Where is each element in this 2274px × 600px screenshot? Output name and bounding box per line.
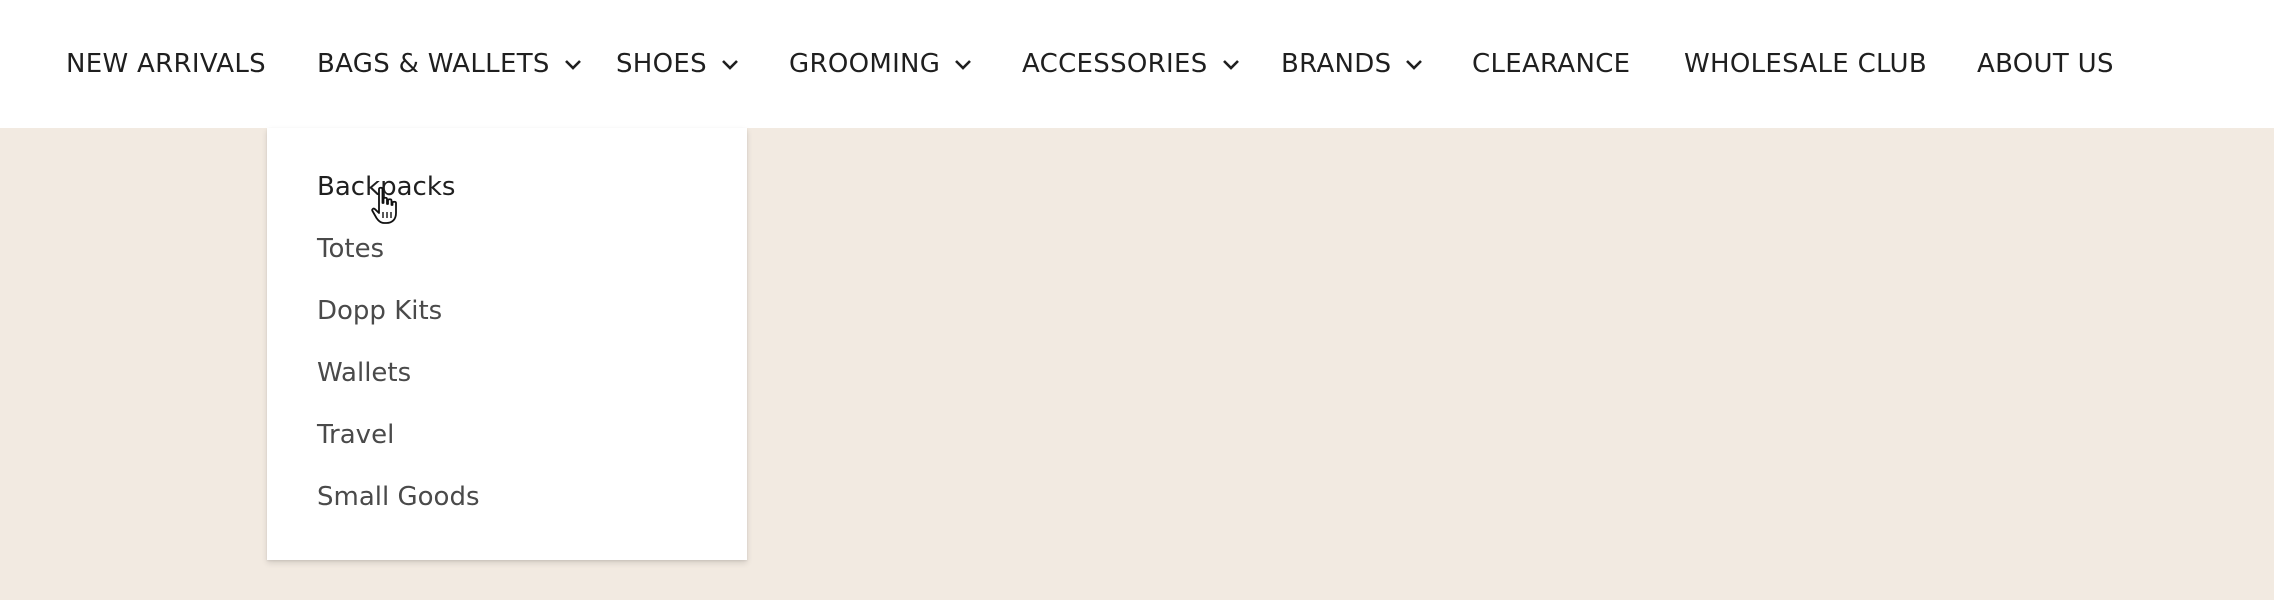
nav-label: CLEARANCE — [1472, 49, 1631, 79]
dropdown-item-dopp-kits[interactable]: Dopp Kits — [317, 296, 442, 326]
nav-label: NEW ARRIVALS — [66, 49, 266, 79]
nav-new-arrivals[interactable]: NEW ARRIVALS — [66, 0, 266, 128]
nav-label: BAGS & WALLETS — [317, 49, 550, 79]
nav-wholesale-club[interactable]: WHOLESALE CLUB — [1684, 0, 1927, 128]
nav-label: GROOMING — [789, 49, 941, 79]
nav-brands[interactable]: BRANDS — [1281, 0, 1423, 128]
chevron-down-icon — [1405, 59, 1423, 71]
nav-label: ABOUT US — [1977, 49, 2114, 79]
nav-label: WHOLESALE CLUB — [1684, 49, 1927, 79]
dropdown-item-small-goods[interactable]: Small Goods — [317, 482, 480, 512]
nav-label: BRANDS — [1281, 49, 1392, 79]
chevron-down-icon — [564, 59, 582, 71]
chevron-down-icon — [721, 59, 739, 71]
nav-shoes[interactable]: SHOES — [616, 0, 739, 128]
dropdown-item-travel[interactable]: Travel — [317, 420, 394, 450]
dropdown-item-wallets[interactable]: Wallets — [317, 358, 411, 388]
dropdown-item-totes[interactable]: Totes — [317, 234, 384, 264]
nav-about-us[interactable]: ABOUT US — [1977, 0, 2114, 128]
chevron-down-icon — [1222, 59, 1240, 71]
hand-pointer-cursor-icon — [370, 186, 404, 226]
nav-label: ACCESSORIES — [1022, 49, 1208, 79]
nav-label: SHOES — [616, 49, 707, 79]
nav-grooming[interactable]: GROOMING — [789, 0, 972, 128]
top-navigation: NEW ARRIVALS BAGS & WALLETS SHOES GROOMI… — [0, 0, 2274, 128]
chevron-down-icon — [954, 59, 972, 71]
bags-wallets-dropdown-menu: Backpacks Totes Dopp Kits Wallets Travel… — [267, 128, 747, 560]
nav-clearance[interactable]: CLEARANCE — [1472, 0, 1630, 128]
nav-accessories[interactable]: ACCESSORIES — [1022, 0, 1240, 128]
nav-bags-wallets[interactable]: BAGS & WALLETS — [317, 0, 582, 128]
